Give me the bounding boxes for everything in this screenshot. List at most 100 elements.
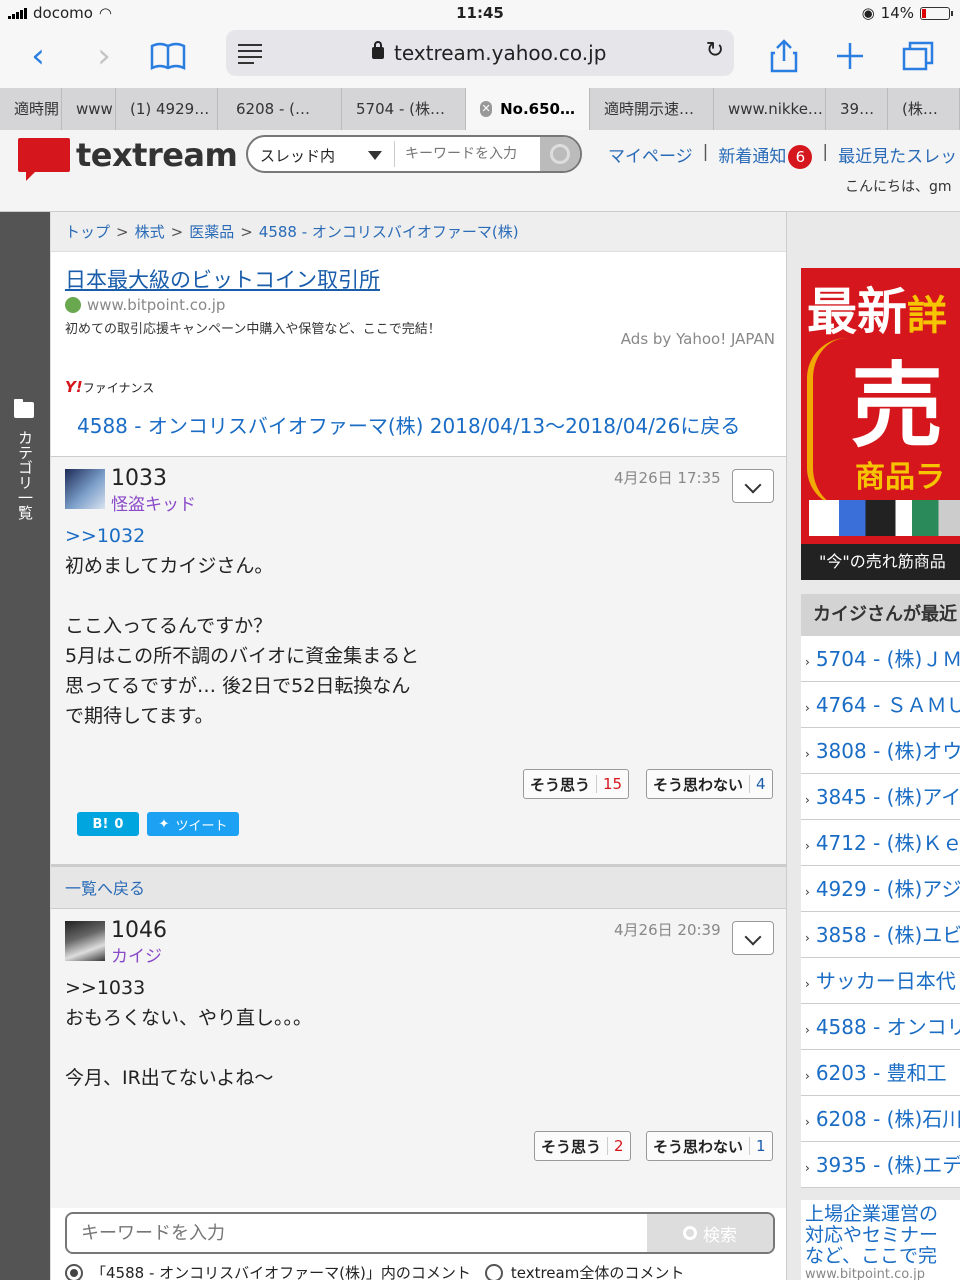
search-button[interactable]: 検索 <box>647 1214 773 1252</box>
hatena-bookmark-button[interactable]: B! 0 <box>77 812 139 836</box>
breadcrumb-item[interactable]: 医薬品 <box>189 223 234 241</box>
search-button-label: 検索 <box>703 1225 737 1246</box>
back-to-board-link[interactable]: 4588 - オンコリスバイオファーマ(株) 2018/04/13〜2018/0… <box>77 410 740 439</box>
status-right: ◉ 14% <box>862 4 953 22</box>
header-search-input[interactable] <box>394 141 544 167</box>
browser-tab[interactable]: 39… <box>826 88 888 130</box>
yahoo-finance-logo[interactable]: Y!ファイナンス <box>65 378 154 396</box>
browser-tab[interactable]: www <box>62 88 116 130</box>
address-bar[interactable]: textream.yahoo.co.jp ↻ <box>226 30 734 76</box>
recent-thread-item[interactable]: › 4764 - ＳＡＭＵ <box>801 682 960 728</box>
recent-thread-label: 5704 - (株)ＪＭ <box>815 647 960 671</box>
back-to-list-link[interactable]: 一覧へ戻る <box>51 864 787 908</box>
browser-tab[interactable]: (株… <box>888 88 960 130</box>
chevron-down-icon[interactable] <box>368 151 382 160</box>
tabs-overview-icon[interactable] <box>896 34 940 78</box>
notifications-label: 新着通知 <box>718 147 787 167</box>
recent-thread-item[interactable]: › 3858 - (株)ユビ <box>801 912 960 958</box>
nav-divider: | <box>822 142 829 162</box>
recent-thread-item[interactable]: › 4588 - オンコリ <box>801 1004 960 1050</box>
ad-title-link[interactable]: 日本最大級のビットコイン取引所 <box>65 264 775 294</box>
reply-link[interactable]: >>1032 <box>65 521 419 551</box>
battery-icon <box>920 6 953 20</box>
user-name-link[interactable]: カイジ <box>111 942 162 967</box>
new-tab-icon[interactable] <box>828 34 872 78</box>
browser-tab-active[interactable]: ✕ No.650… <box>466 88 590 130</box>
browser-tab[interactable]: 適時開示速… <box>590 88 714 130</box>
recent-thread-label: 6203 - 豊和工 <box>815 1061 947 1085</box>
comment-number: 1046 <box>111 918 167 943</box>
forward-button[interactable]: › <box>82 34 126 78</box>
keyword-search-input[interactable] <box>67 1214 647 1252</box>
recent-thread-label: 6208 - (株)石川 <box>815 1107 960 1131</box>
recent-threads-link[interactable]: 最近見たスレッ <box>838 142 957 169</box>
recent-thread-item[interactable]: › 4712 - (株)Ｋｅ <box>801 820 960 866</box>
ads-by-label[interactable]: Ads by Yahoo! JAPAN <box>621 330 775 348</box>
twitter-bird-icon: ✦ <box>158 816 170 832</box>
notifications-link[interactable]: 新着通知 6 <box>718 142 813 169</box>
disagree-button[interactable]: そう思わない 4 <box>646 769 773 799</box>
recent-thread-item[interactable]: › 5704 - (株)ＪＭ <box>801 636 960 682</box>
disagree-count: 1 <box>749 1137 766 1155</box>
back-button[interactable]: ‹ <box>16 34 60 78</box>
disagree-button[interactable]: そう思わない 1 <box>646 1131 773 1161</box>
mypage-link[interactable]: マイページ <box>608 142 693 169</box>
comment-body: >>1032 初めましてカイジさん。 ここ入ってるんですか？ 5月はこの所不調のバ… <box>65 521 419 731</box>
bookmarks-icon[interactable] <box>146 34 190 78</box>
notification-badge: 6 <box>788 145 813 169</box>
agree-button[interactable]: そう思う 2 <box>534 1131 631 1161</box>
recent-thread-item[interactable]: › 3808 - (株)オウ <box>801 728 960 774</box>
browser-tab[interactable]: 6208 - (… <box>218 88 342 130</box>
agree-button[interactable]: そう思う 15 <box>523 769 630 799</box>
recent-thread-item[interactable]: › 6203 - 豊和工 <box>801 1050 960 1096</box>
arrow-icon: › <box>805 1023 810 1037</box>
browser-tab[interactable]: 5704 - (株… <box>342 88 466 130</box>
close-tab-icon[interactable]: ✕ <box>480 101 493 117</box>
scope-all-radio[interactable]: textream全体のコメント <box>484 1262 684 1280</box>
banner-sub-text: 商品ラ <box>855 460 945 495</box>
user-name-link[interactable]: 怪盗キッド <box>111 490 196 515</box>
arrow-icon: › <box>805 885 810 899</box>
status-bar: docomo ◠ 11:45 ◉ 14% <box>0 0 960 26</box>
header-nav: マイページ | 新着通知 6 | 最近見たスレッ <box>608 142 957 169</box>
url-text: textream.yahoo.co.jp <box>394 41 607 65</box>
recent-thread-item[interactable]: › 6208 - (株)石川 <box>801 1096 960 1142</box>
recent-thread-item[interactable]: › 3845 - (株)アイ <box>801 774 960 820</box>
comment-body: >>1033 おもろくない、やり直し。。。 今月、IR出てないよね〜 <box>65 977 313 1089</box>
products-image <box>809 500 960 536</box>
recent-thread-item[interactable]: › 4929 - (株)アジ <box>801 866 960 912</box>
arrow-icon: › <box>805 1069 810 1083</box>
recent-thread-item[interactable]: › 3935 - (株)エデ <box>801 1142 960 1188</box>
recent-thread-item[interactable]: › サッカー日本代 <box>801 958 960 1004</box>
search-scope-select[interactable]: スレッド内 <box>260 145 335 166</box>
breadcrumb-item[interactable]: トップ <box>65 223 110 241</box>
chevron-down-icon[interactable] <box>732 469 774 503</box>
greeting-text: こんにちは、gm <box>845 179 952 195</box>
category-rail[interactable]: カテゴリ一覧 <box>0 212 50 1280</box>
chevron-down-icon[interactable] <box>732 921 774 955</box>
breadcrumb-item[interactable]: 株式 <box>135 223 165 241</box>
reader-view-icon[interactable] <box>238 44 262 68</box>
sidebar-text-ad[interactable]: 上場企業運営の 対応やセミナー など、ここで完 www.bitpoint.co.… <box>801 1200 960 1280</box>
banner-footer: "今"の売れ筋商品 <box>801 544 960 580</box>
agree-label: そう思う <box>541 1137 602 1156</box>
browser-tab[interactable]: (1) 4929… <box>116 88 218 130</box>
browser-tab[interactable]: 適時開 <box>0 88 62 130</box>
tweet-button[interactable]: ✦ ツイート <box>147 812 239 836</box>
battery-percent: 14% <box>880 4 914 22</box>
ad-banner[interactable]: 最新詳 売 商品ラ "今"の売れ筋商品 <box>801 268 960 580</box>
browser-tab[interactable]: www.nikke… <box>714 88 826 130</box>
scope-board-radio[interactable]: 「4588 - オンコリスバイオファーマ(株)」内のコメント <box>65 1262 471 1280</box>
avatar[interactable] <box>65 469 105 509</box>
reload-icon[interactable]: ↻ <box>706 38 724 63</box>
text-ad: 日本最大級のビットコイン取引所 www.bitpoint.co.jp 初めての取… <box>65 264 775 348</box>
search-icon[interactable] <box>540 137 580 171</box>
textream-logo[interactable]: textream <box>18 136 238 181</box>
yahoo-logo-mark: Y! <box>65 378 83 396</box>
share-icon[interactable] <box>762 34 806 78</box>
recent-thread-label: 3935 - (株)エデ <box>815 1153 960 1177</box>
lock-icon <box>372 41 384 59</box>
breadcrumb-item[interactable]: 4588 - オンコリスバイオファーマ(株) <box>259 223 519 241</box>
avatar[interactable] <box>65 921 105 961</box>
banner-big-text: 売 <box>851 353 944 460</box>
